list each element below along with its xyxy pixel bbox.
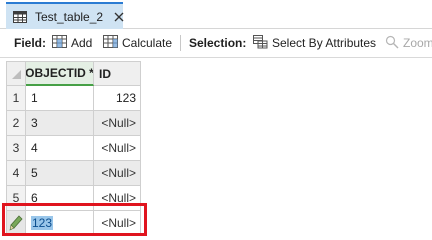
- zoom-icon: [385, 35, 399, 52]
- zoom-label: Zoom: [403, 36, 432, 50]
- zoom-button[interactable]: Zoom: [385, 29, 432, 57]
- id-cell[interactable]: <Null>: [94, 136, 141, 161]
- table-icon: [13, 10, 27, 23]
- column-header-id[interactable]: ID: [94, 61, 141, 86]
- calculate-icon: [103, 35, 118, 51]
- tab-strip: Test_table_2: [0, 0, 432, 29]
- objectid-cell[interactable]: 5: [26, 161, 94, 186]
- objectid-cell[interactable]: 1: [26, 86, 94, 111]
- objectid-cell[interactable]: 3: [26, 111, 94, 136]
- field-label: Field:: [14, 36, 46, 50]
- tab-test-table-2[interactable]: Test_table_2: [6, 2, 125, 29]
- selected-value[interactable]: 123: [31, 216, 54, 230]
- close-icon[interactable]: [113, 11, 125, 23]
- id-cell[interactable]: <Null>: [94, 161, 141, 186]
- table-toolbar: Field: Add Calculate Selection: Select B…: [0, 29, 432, 58]
- row-number[interactable]: 2: [6, 111, 26, 136]
- tab-title: Test_table_2: [35, 9, 104, 24]
- id-cell[interactable]: <Null>: [94, 186, 141, 211]
- select-all-icon: [12, 69, 21, 79]
- id-cell[interactable]: <Null>: [94, 111, 141, 136]
- calculate-label: Calculate: [122, 36, 173, 50]
- row-number[interactable]: 3: [6, 136, 26, 161]
- row-number[interactable]: 4: [6, 161, 26, 186]
- edit-row-indicator[interactable]: [6, 211, 26, 236]
- row-number[interactable]: 1: [6, 86, 26, 111]
- header-corner[interactable]: [6, 61, 26, 86]
- row-number[interactable]: 5: [6, 186, 26, 211]
- select-by-attributes-icon: [253, 34, 268, 52]
- column-header-objectid[interactable]: OBJECTID *: [26, 61, 94, 86]
- select-by-attributes-button[interactable]: Select By Attributes: [253, 29, 376, 57]
- calculate-field-button[interactable]: Calculate: [103, 29, 172, 57]
- add-field-button[interactable]: Add: [52, 29, 92, 57]
- objectid-edit-cell[interactable]: 123: [26, 211, 94, 236]
- pencil-icon: [9, 215, 23, 231]
- id-edit-cell[interactable]: <Null>: [94, 211, 141, 236]
- objectid-cell[interactable]: 6: [26, 186, 94, 211]
- add-field-icon: [52, 35, 67, 51]
- selection-label: Selection:: [189, 36, 247, 50]
- objectid-cell[interactable]: 4: [26, 136, 94, 161]
- select-by-attributes-label: Select By Attributes: [272, 36, 377, 50]
- toolbar-divider: [180, 35, 181, 51]
- add-field-label: Add: [71, 36, 93, 50]
- id-cell[interactable]: 123: [94, 86, 141, 111]
